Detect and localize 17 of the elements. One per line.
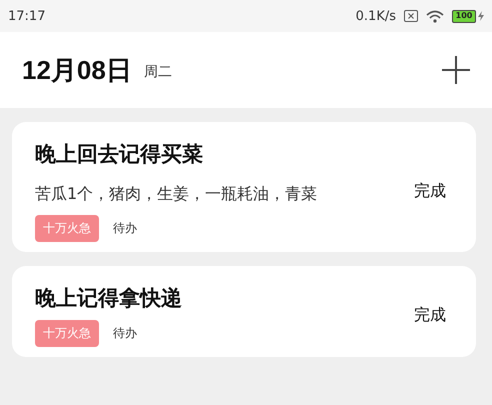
clock: 17:17 (8, 8, 46, 24)
task-title: 晚上回去记得买菜 (35, 141, 204, 168)
priority-tag: 十万火急 (35, 320, 99, 347)
complete-button[interactable]: 完成 (414, 305, 446, 326)
task-title: 晚上记得拿快递 (35, 285, 183, 312)
priority-tag: 十万火急 (35, 215, 99, 242)
task-status: 待办 (113, 325, 137, 342)
charging-icon (478, 11, 484, 21)
complete-button[interactable]: 完成 (414, 180, 446, 202)
date-title: 12月08日 (22, 54, 132, 86)
wifi-icon (426, 10, 444, 22)
network-speed: 0.1K/s (356, 8, 396, 24)
add-icon[interactable] (442, 56, 470, 84)
task-status: 待办 (113, 220, 137, 237)
task-note: 苦瓜1个，猪肉，生姜，一瓶耗油，青菜 (35, 183, 318, 205)
weekday-label: 周二 (144, 63, 172, 81)
battery-level: 100 (452, 10, 476, 22)
